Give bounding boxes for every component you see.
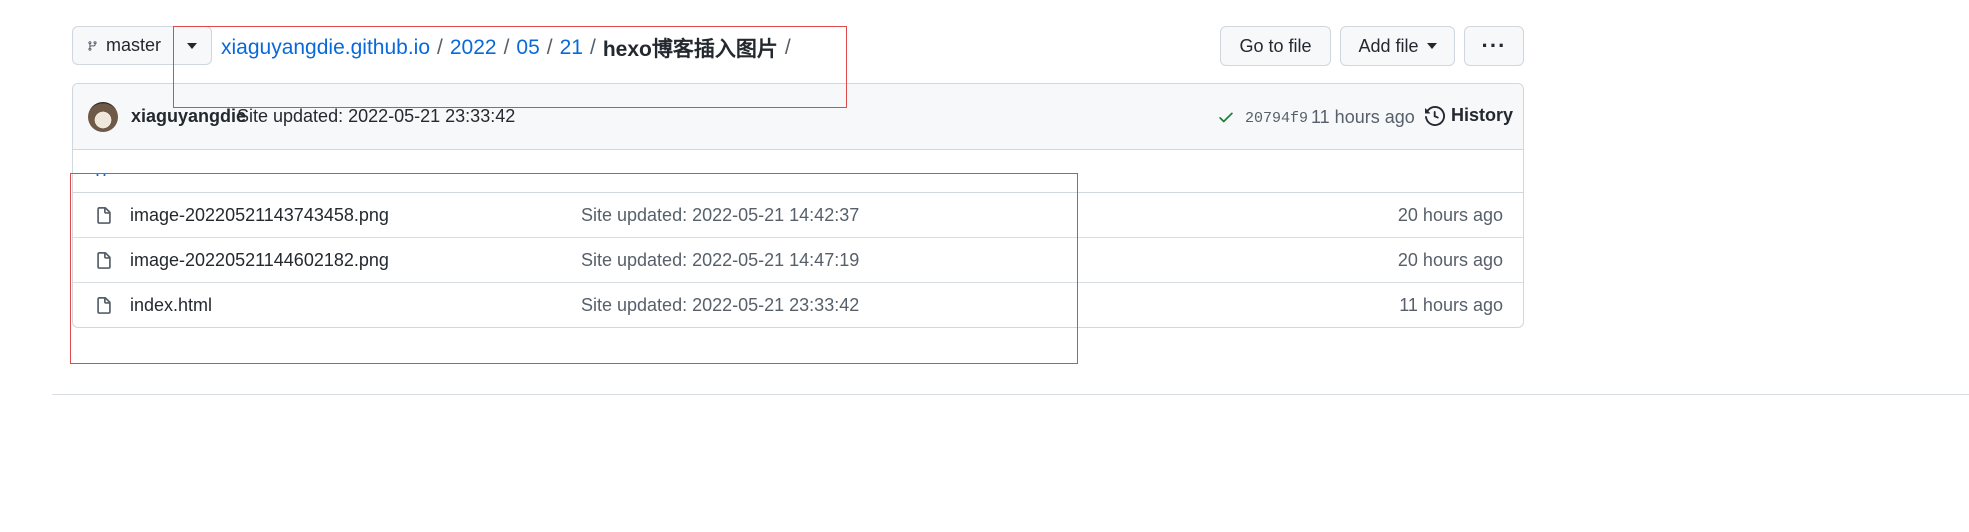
breadcrumb-separator: / [589, 36, 596, 59]
branch-name: master [105, 35, 161, 55]
parent-directory-row[interactable]: .. [73, 150, 1523, 193]
file-name-link[interactable]: image-20220521143743458.png [130, 205, 389, 226]
breadcrumb-year-link[interactable]: 2022 [450, 36, 497, 60]
git-branch-icon [88, 40, 97, 51]
chevron-down-icon [187, 42, 197, 49]
table-row: image-20220521144602182.png Site updated… [73, 238, 1523, 283]
history-label: History [1451, 105, 1514, 125]
breadcrumb-day-link[interactable]: 21 [560, 36, 583, 60]
breadcrumb-month-link[interactable]: 05 [516, 36, 539, 60]
go-to-file-label: Go to file [1239, 35, 1312, 56]
add-file-label: Add file [1358, 35, 1419, 56]
chevron-down-icon [1426, 43, 1437, 49]
more-options-button[interactable]: ··· [1464, 26, 1524, 66]
avatar[interactable] [88, 102, 118, 132]
file-commit-message-link[interactable]: Site updated: 2022-05-21 14:42:37 [581, 205, 859, 226]
add-file-button[interactable]: Add file [1340, 26, 1455, 66]
file-age: 20 hours ago [1397, 205, 1503, 225]
file-name-link[interactable]: index.html [130, 295, 212, 316]
commit-author-link[interactable]: xiaguyangdie [131, 106, 246, 127]
file-age: 20 hours ago [1397, 250, 1503, 270]
divider [52, 394, 1969, 395]
branch-selector-button[interactable]: master [72, 26, 212, 65]
file-age: 11 hours ago [1399, 295, 1503, 315]
table-row: index.html Site updated: 2022-05-21 23:3… [73, 283, 1523, 327]
breadcrumb-repo-link[interactable]: xiaguyangdie.github.io [221, 36, 430, 60]
parent-directory-link[interactable]: .. [95, 160, 109, 181]
file-icon [97, 297, 111, 314]
kebab-horizontal-icon: ··· [1481, 33, 1507, 58]
commit-age: 11 hours ago [1311, 107, 1415, 127]
table-row: image-20220521143743458.png Site updated… [73, 193, 1523, 238]
latest-commit-bar: xiaguyangdie Site updated: 2022-05-21 23… [73, 84, 1523, 150]
commit-sha-link[interactable]: 20794f9 [1245, 110, 1308, 127]
breadcrumb-current-folder: hexo博客插入图片 [602, 38, 778, 61]
breadcrumb-separator: / [546, 36, 553, 59]
history-link[interactable]: History [1425, 105, 1513, 126]
file-commit-message-link[interactable]: Site updated: 2022-05-21 23:33:42 [581, 295, 859, 316]
breadcrumb-separator: / [784, 36, 791, 59]
go-to-file-button[interactable]: Go to file [1220, 26, 1331, 66]
breadcrumb-separator: / [437, 36, 443, 59]
file-browser: xiaguyangdie Site updated: 2022-05-21 23… [72, 83, 1524, 328]
file-icon [97, 252, 111, 269]
file-icon [97, 207, 111, 224]
breadcrumb: xiaguyangdie.github.io / 2022 / 05 / 21 … [221, 33, 798, 63]
check-icon[interactable] [1217, 108, 1235, 126]
history-icon [1425, 105, 1445, 126]
file-commit-message-link[interactable]: Site updated: 2022-05-21 14:47:19 [581, 250, 859, 271]
file-name-link[interactable]: image-20220521144602182.png [130, 250, 389, 271]
breadcrumb-separator: / [503, 36, 510, 59]
commit-message-link[interactable]: Site updated: 2022-05-21 23:33:42 [237, 106, 515, 127]
